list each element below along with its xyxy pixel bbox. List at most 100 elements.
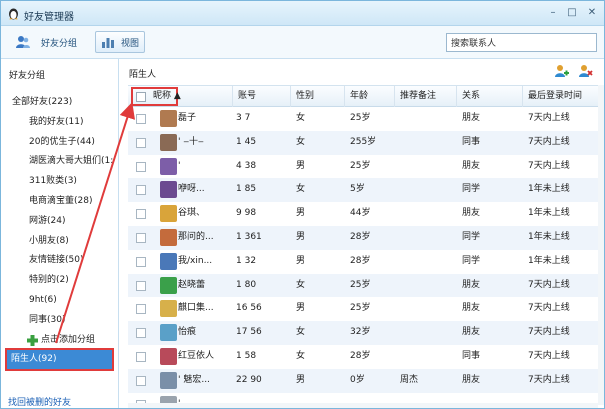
col-last-login[interactable]: 最后登录时间 bbox=[522, 86, 598, 107]
col-note[interactable]: 推荐备注 bbox=[394, 86, 456, 107]
note-cell: 周杰 bbox=[400, 374, 419, 385]
col-relation[interactable]: 关系 bbox=[456, 86, 522, 107]
gender-cell: 男 bbox=[296, 303, 306, 314]
table-row[interactable]: 赵晓蕾 1 80 女 25岁 朋友 7天内上线 bbox=[128, 273, 598, 298]
table-row[interactable]: ' ‒十‒ 1 45 女 255岁 同事 7天内上线 bbox=[128, 130, 598, 155]
row-checkbox[interactable] bbox=[136, 161, 146, 172]
avatar bbox=[160, 133, 177, 151]
row-checkbox[interactable] bbox=[136, 232, 146, 243]
row-checkbox[interactable] bbox=[136, 304, 146, 315]
age-cell: 25岁 bbox=[350, 160, 371, 171]
view-label: 视图 bbox=[121, 38, 140, 49]
maximize-button[interactable]: □ bbox=[564, 6, 580, 19]
sidebar-group-item[interactable]: 9ht(6) bbox=[1, 291, 118, 311]
col-age[interactable]: 年龄 bbox=[344, 86, 394, 107]
sidebar-group-item[interactable]: 友情链接(50) bbox=[1, 251, 118, 271]
relation-cell: 同学 bbox=[462, 184, 481, 195]
gender-cell: 女 bbox=[296, 279, 306, 290]
note-cell bbox=[400, 178, 456, 202]
col-gender[interactable]: 性别 bbox=[290, 86, 344, 107]
table-header: 昵称 ▲ 账号 性别 年龄 推荐备注 关系 最后登录时间 bbox=[128, 85, 598, 107]
add-contact-icon[interactable] bbox=[553, 64, 569, 78]
minimize-button[interactable]: – bbox=[545, 6, 561, 19]
main-panel: 陌生人 昵称 ▲ 账号 性别 年龄 推荐备注 关系 最后登录时间 磊子 3 7 女 2… bbox=[120, 59, 604, 408]
row-checkbox[interactable] bbox=[136, 328, 146, 339]
sidebar-group-item[interactable]: 20的优生子(44) bbox=[1, 133, 118, 153]
last-login-cell: 7天内上线 bbox=[528, 303, 570, 314]
note-cell bbox=[400, 250, 456, 274]
note-cell bbox=[400, 274, 456, 298]
horizontal-scrollbar[interactable] bbox=[128, 403, 598, 408]
relation-cell: 同事 bbox=[462, 136, 481, 147]
table-row[interactable]: ' 4 38 男 25岁 朋友 7天内上线 bbox=[128, 155, 598, 179]
relation-cell: 同学 bbox=[462, 255, 481, 266]
account-cell: 1 80 bbox=[236, 279, 257, 290]
row-checkbox[interactable] bbox=[136, 375, 146, 386]
sidebar-group-item[interactable]: 特别的(2) bbox=[1, 271, 118, 291]
sidebar-group-item[interactable]: 全部好友(223) bbox=[1, 93, 118, 113]
sidebar-group-item[interactable]: 311败类(3) bbox=[1, 172, 118, 192]
vertical-scrollbar[interactable] bbox=[598, 85, 604, 405]
sidebar-group-label: 电商滴宝董(28) bbox=[29, 195, 93, 206]
table-row[interactable]: 红豆依人 1 58 女 28岁 同事 7天内上线 bbox=[128, 345, 598, 369]
last-login-cell: 7天内上线 bbox=[528, 327, 570, 338]
table-row[interactable]: ' 魅宏... 22 90 男 0岁 周杰 朋友 7天内上线 bbox=[128, 368, 598, 393]
col-nickname[interactable]: 昵称 ▲ bbox=[148, 86, 181, 107]
title-bar: 好友管理器 – □ ✕ bbox=[1, 1, 604, 26]
account-cell: 1 58 bbox=[236, 350, 257, 361]
sidebar-header: 好友分组 bbox=[9, 71, 46, 81]
close-button[interactable]: ✕ bbox=[584, 6, 600, 19]
nickname-cell: 磊子 bbox=[178, 113, 197, 123]
view-button[interactable]: 视图 bbox=[95, 31, 146, 53]
sidebar-group-label: 9ht(6) bbox=[29, 294, 57, 305]
sidebar-group-item[interactable]: 湖医滴大哥大姐们(1: bbox=[1, 152, 118, 172]
row-checkbox[interactable] bbox=[136, 209, 146, 220]
search-input[interactable] bbox=[446, 33, 597, 52]
nickname-cell: 那问的... bbox=[178, 231, 214, 242]
row-checkbox[interactable] bbox=[136, 114, 146, 124]
table-row[interactable]: 磊子 3 7 女 25岁 朋友 7天内上线 bbox=[128, 107, 598, 131]
add-group-button[interactable]: 点击添加分组 bbox=[1, 331, 118, 351]
table-row[interactable]: 谷琪、 9 98 男 44岁 朋友 1年未上线 bbox=[128, 202, 598, 226]
sidebar-group-item[interactable]: 我的好友(11) bbox=[1, 113, 118, 133]
sidebar-group-item[interactable]: 小朋友(8) bbox=[1, 232, 118, 252]
panel-title: 陌生人 bbox=[129, 70, 157, 80]
row-checkbox[interactable] bbox=[136, 280, 146, 291]
account-cell: 9 98 bbox=[236, 208, 257, 219]
row-checkbox[interactable] bbox=[136, 137, 146, 148]
contacts-icon bbox=[16, 36, 30, 48]
sidebar-group-item[interactable]: 网游(24) bbox=[1, 212, 118, 232]
table-row[interactable]: 麒口集... 16 56 男 25岁 朋友 7天内上线 bbox=[128, 297, 598, 321]
age-cell: 44岁 bbox=[350, 208, 371, 219]
sidebar-group-item[interactable]: 电商滴宝董(28) bbox=[1, 192, 118, 212]
nickname-cell: 谷琪、 bbox=[178, 208, 206, 219]
nickname-cell: 赵晓蕾 bbox=[178, 279, 206, 290]
age-cell: 28岁 bbox=[350, 350, 371, 361]
table-row[interactable]: 怡痕 17 56 女 32岁 朋友 7天内上线 bbox=[128, 321, 598, 345]
sidebar-group-item[interactable]: 陌生人(92) bbox=[5, 348, 114, 372]
age-cell: 25岁 bbox=[350, 279, 371, 290]
sidebar-group-item[interactable]: 同事(30) bbox=[1, 311, 118, 331]
sidebar-group-label: 全部好友(223) bbox=[12, 97, 73, 107]
row-checkbox[interactable] bbox=[136, 351, 146, 362]
row-checkbox[interactable] bbox=[136, 256, 146, 267]
friend-table-body: 磊子 3 7 女 25岁 朋友 7天内上线 ' ‒十‒ 1 45 女 255岁 同事 7天内上线 ' 4 … bbox=[128, 107, 598, 408]
table-row[interactable]: 那问的... 1 361 男 28岁 同学 1年未上线 bbox=[128, 225, 598, 250]
remove-contact-icon[interactable] bbox=[577, 64, 593, 78]
find-deleted-friends-link[interactable]: 找回被删的好友 bbox=[8, 395, 71, 408]
col-account[interactable]: 账号 bbox=[232, 86, 290, 107]
relation-cell: 同学 bbox=[462, 231, 481, 242]
relation-cell: 朋友 bbox=[462, 113, 481, 123]
age-cell: 28岁 bbox=[350, 231, 371, 242]
friends-group-button[interactable]: 好友分组 bbox=[15, 31, 77, 53]
friend-manager-window: 好友管理器 – □ ✕ 好友分组 视图 好友分组 全部好友(223) 我的好友(1… bbox=[0, 0, 605, 409]
row-checkbox[interactable] bbox=[136, 185, 146, 196]
note-cell bbox=[400, 131, 456, 155]
nickname-cell: 怡痕 bbox=[178, 327, 197, 338]
table-row[interactable]: 我/xin... 1 32 男 28岁 同学 1年未上线 bbox=[128, 250, 598, 274]
table-row[interactable]: 咿呀... 1 85 女 5岁 同学 1年未上线 bbox=[128, 178, 598, 203]
avatar bbox=[160, 347, 177, 365]
account-cell: 1 45 bbox=[236, 136, 257, 147]
nickname-cell: ' ‒十‒ bbox=[178, 136, 204, 147]
account-cell: 1 32 bbox=[236, 255, 257, 266]
